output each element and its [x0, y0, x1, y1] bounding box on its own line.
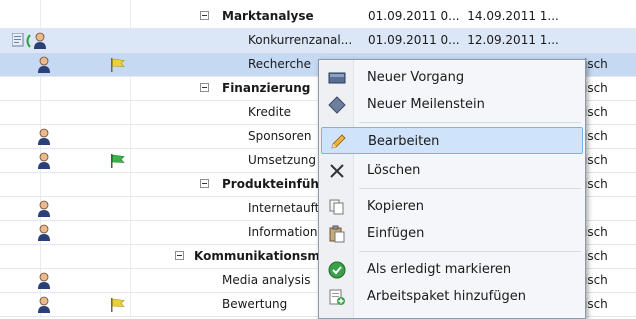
status-text: isch — [584, 225, 608, 239]
status-text: isch — [584, 129, 608, 143]
menu-separator — [359, 122, 581, 123]
status-text: isch — [584, 273, 608, 287]
copy-icon — [328, 198, 346, 216]
delete-x-icon — [328, 162, 346, 180]
person-icon — [37, 200, 51, 218]
person-icon — [37, 272, 51, 290]
menu-item-add-workpackage[interactable]: Arbeitspaket hinzufügen — [321, 283, 583, 310]
menu-item-paste[interactable]: Einfügen — [321, 220, 583, 247]
task-name: Sponsoren — [248, 129, 312, 143]
start-date: 01.09.2011 0... — [368, 33, 460, 47]
status-text: isch — [584, 105, 608, 119]
end-date: 12.09.2011 1... — [467, 33, 558, 47]
status-text: isch — [584, 57, 608, 71]
table-row[interactable]: Konkurrenzanal... 01.09.2011 0... 12.09.… — [0, 29, 636, 53]
check-circle-icon — [328, 261, 346, 279]
menu-item-new-milestone[interactable]: Neuer Meilenstein — [321, 91, 583, 118]
start-date: 01.09.2011 0... — [368, 9, 460, 23]
menu-item-label: Bearbeiten — [368, 134, 440, 149]
menu-item-label: Löschen — [367, 163, 421, 178]
menu-item-new-task[interactable]: Neuer Vorgang — [321, 64, 583, 91]
task-name: Internetauft — [248, 201, 318, 215]
menu-item-mark-done[interactable]: Als erledigt markieren — [321, 256, 583, 283]
menu-item-edit[interactable]: Bearbeiten — [321, 127, 583, 154]
task-name: Kredite — [248, 105, 291, 119]
person-icon — [37, 56, 51, 74]
collapse-toggle-icon[interactable] — [175, 251, 184, 260]
table-row[interactable]: Marktanalyse 01.09.2011 0... 14.09.2011 … — [0, 5, 636, 29]
paste-icon — [328, 225, 346, 243]
status-text: isch — [584, 153, 608, 167]
menu-separator — [359, 188, 581, 189]
status-text: isch — [584, 177, 608, 191]
menu-item-label: Einfügen — [367, 226, 425, 241]
end-date: 14.09.2011 1... — [467, 9, 558, 23]
task-name: Kommunikationsm — [194, 249, 318, 263]
person-icon — [37, 152, 51, 170]
context-menu: Neuer Vorgang Neuer Meilenstein Bearbeit… — [318, 59, 586, 319]
menu-item-label: Kopieren — [367, 199, 424, 214]
task-name: Marktanalyse — [222, 9, 314, 23]
task-name: Umsetzung — [248, 153, 316, 167]
menu-item-label: Als erledigt markieren — [367, 262, 512, 277]
collapse-toggle-icon[interactable] — [200, 11, 209, 20]
status-text: isch — [584, 297, 608, 311]
task-name: Bewertung — [222, 297, 288, 311]
task-name: Finanzierung — [222, 81, 311, 95]
task-name: Konkurrenzanal... — [248, 33, 353, 47]
person-icon — [33, 32, 47, 50]
pencil-icon — [329, 133, 347, 151]
person-icon — [37, 224, 51, 242]
menu-item-label: Neuer Meilenstein — [367, 97, 485, 112]
task-name: Recherche — [248, 57, 312, 71]
task-dates: 01.09.2011 0... 14.09.2011 1... kritisch — [368, 5, 558, 28]
link-icon — [25, 34, 31, 48]
collapse-toggle-icon[interactable] — [200, 83, 209, 92]
flag-icon — [110, 153, 126, 169]
menu-item-copy[interactable]: Kopieren — [321, 193, 583, 220]
task-name: Media analysis — [222, 273, 311, 287]
add-workpackage-icon — [328, 288, 346, 306]
menu-item-label: Arbeitspaket hinzufügen — [367, 289, 526, 304]
menu-item-delete[interactable]: Löschen — [321, 157, 583, 184]
person-icon — [37, 296, 51, 314]
milestone-diamond-icon — [328, 96, 346, 114]
collapse-toggle-icon[interactable] — [200, 179, 209, 188]
task-dates: 01.09.2011 0... 12.09.2011 1... — [368, 29, 558, 52]
status-text: isch — [584, 249, 608, 263]
person-icon — [37, 128, 51, 146]
task-name: Produkteinfüh — [222, 177, 318, 191]
menu-separator — [359, 251, 581, 252]
task-bar-icon — [328, 69, 346, 87]
flag-icon — [110, 57, 126, 73]
task-info-icon — [11, 32, 24, 47]
task-name: Information — [248, 225, 318, 239]
status-text: isch — [584, 81, 608, 95]
flag-icon — [110, 297, 126, 313]
menu-item-label: Neuer Vorgang — [367, 70, 465, 85]
